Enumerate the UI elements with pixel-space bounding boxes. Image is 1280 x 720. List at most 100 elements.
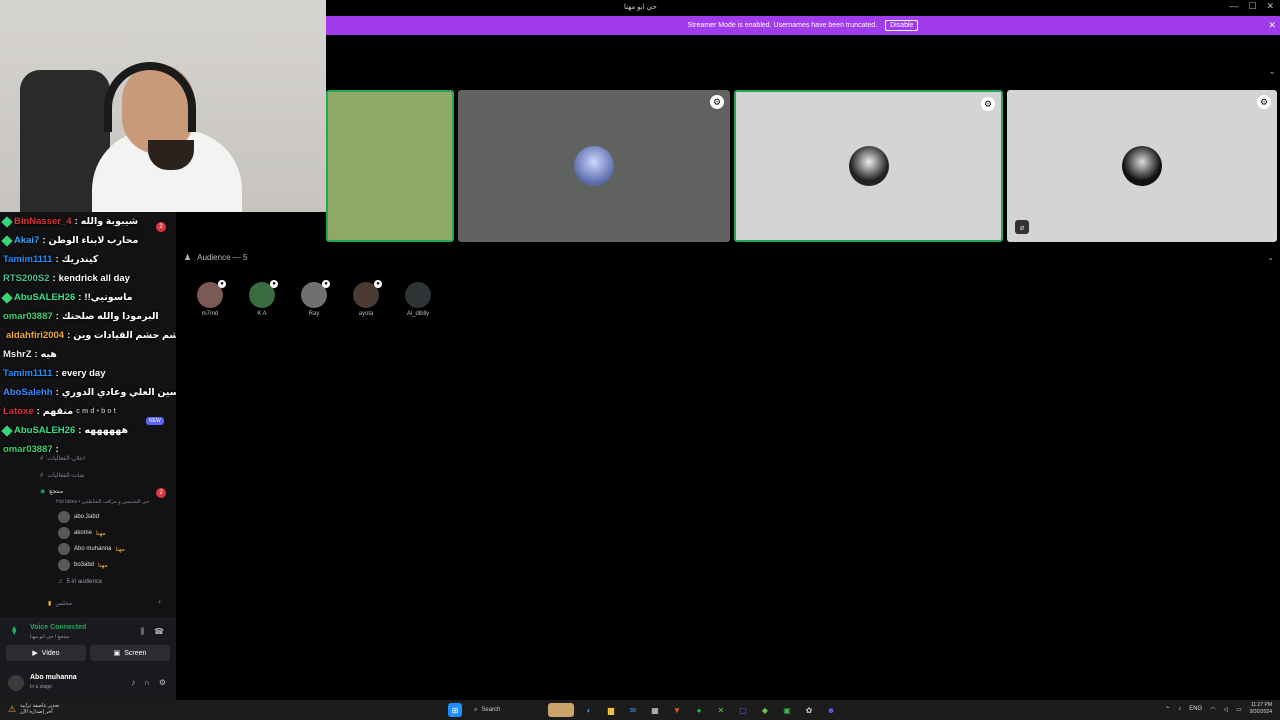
settings-icon[interactable]: ⚙ <box>981 97 995 111</box>
chat-separator: : <box>55 254 59 265</box>
chat-separator: : <box>67 330 71 341</box>
new-badge: NEW <box>146 417 164 425</box>
voice-participant[interactable]: abo.3abd <box>58 510 99 524</box>
xbox-icon[interactable]: ✕ <box>714 703 728 717</box>
maximize-button[interactable]: ☐ <box>1248 1 1256 12</box>
chat-separator: : <box>55 311 59 322</box>
voice-participant[interactable]: bo3abd مهنا <box>58 558 108 572</box>
wifi-icon[interactable]: ◠ <box>1210 706 1215 713</box>
crown-icon: مهنا <box>96 530 106 537</box>
channel-item[interactable]: # شات-الفعاليات <box>40 472 85 480</box>
chat-username: omar03887 <box>3 444 53 455</box>
discord-icon[interactable]: ☻ <box>824 703 838 717</box>
mic-icon[interactable]: ♪ <box>131 678 135 687</box>
volume-icon[interactable]: ◁ <box>1223 706 1228 713</box>
settings-icon[interactable]: ⚙ <box>710 95 724 109</box>
screen-button[interactable]: ▣ Screen <box>90 645 170 661</box>
chat-username: BinNasser_4 <box>14 216 72 227</box>
voice-participant[interactable]: akome مهنا <box>58 526 106 540</box>
disable-streamer-mode-button[interactable]: Disable <box>885 20 919 31</box>
chevron-up-icon[interactable]: ⌃ <box>1165 706 1170 713</box>
taskbar-search[interactable]: ⌕ Search <box>470 703 540 717</box>
chat-separator: : <box>34 349 38 360</box>
voice-participant[interactable]: Abo muhanna مهنا <box>58 542 125 556</box>
screen-share-icon: ▣ <box>113 650 121 657</box>
chat-message: AbuSALEH26: !!ماسوتيي <box>0 288 176 307</box>
chat-separator: : <box>74 216 78 227</box>
app-icon[interactable]: ◆ <box>758 703 772 717</box>
streamer-mode-banner: Streamer Mode is enabled. Usernames have… <box>326 16 1280 35</box>
headset-icon[interactable]: ∩ <box>144 678 150 687</box>
category-item[interactable]: ▮ مجلس <box>48 600 72 607</box>
channel-name: شات-الفعاليات <box>47 473 85 479</box>
calendar-icon[interactable]: ▦ <box>648 703 662 717</box>
speaker-tile[interactable]: ⚙ <box>458 90 730 242</box>
audience-member-name: K A <box>257 311 267 317</box>
battery-icon[interactable]: ▭ <box>1236 706 1242 713</box>
speaker-tile[interactable]: ⚙ ⌀ <box>1007 90 1277 242</box>
audience-member[interactable]: ● m7md <box>192 280 228 317</box>
file-explorer-icon[interactable]: ▆ <box>604 703 618 717</box>
audience-header[interactable]: ♟ Audience — 5 <box>184 253 247 262</box>
clock[interactable]: 11:27 PM 9/30/2024 <box>1250 702 1272 716</box>
spotify-icon[interactable]: ● <box>692 703 706 717</box>
chat-message: MshrZ: هيه <box>0 345 176 364</box>
chevron-down-icon[interactable]: ⌄ <box>1268 66 1276 77</box>
add-icon[interactable]: + <box>158 600 162 606</box>
audience-member[interactable]: ● Ray <box>296 280 332 317</box>
badge-icon <box>1 424 13 437</box>
audience-member[interactable]: ● K A <box>244 280 280 317</box>
brave-icon[interactable]: ▼ <box>670 703 684 717</box>
search-icon: ⌕ <box>474 706 478 713</box>
edge-icon[interactable]: ◐ <box>582 703 596 717</box>
mic-icon[interactable]: ♪ <box>1178 706 1181 712</box>
username: Abo muhanna <box>30 674 77 681</box>
audience-member[interactable]: ● ayota <box>348 280 384 317</box>
close-icon[interactable]: ✕ <box>1268 20 1276 31</box>
noise-suppression-icon[interactable]: ⫼ <box>140 627 144 637</box>
speaker-tile[interactable] <box>326 90 454 242</box>
settings-icon[interactable]: ⚙ <box>1257 95 1271 109</box>
chat-message: omar03887: البرمودا والله صلحتك <box>0 307 176 326</box>
minimize-button[interactable]: — <box>1229 1 1238 12</box>
language-indicator[interactable]: ENG <box>1189 706 1202 712</box>
chat-username: aldahfiri2004 <box>6 330 65 341</box>
chat-username: AbuSALEH26 <box>14 425 76 436</box>
chat-text: !!ماسوتيي <box>84 292 133 303</box>
windows-start-icon[interactable]: ⊞ <box>448 703 462 717</box>
voice-status[interactable]: ⧫ Voice Connected منتجع / حي ابو مهنا ⫼ … <box>12 621 172 645</box>
stage-channel[interactable]: ◉ منتجع <box>40 488 170 495</box>
video-button[interactable]: ▶ Video <box>6 645 86 661</box>
badge-icon: ● <box>218 280 226 288</box>
chat-message: aldahfiri2004: حشم حشم القيادات وين <box>0 326 176 345</box>
mail-icon[interactable]: ✉ <box>626 703 640 717</box>
chatgpt-icon[interactable]: ✿ <box>802 703 816 717</box>
screen-label: Screen <box>124 649 147 657</box>
avatar[interactable] <box>8 675 24 691</box>
voice-status-sub: منتجع / حي ابو مهنا <box>30 634 70 640</box>
weather-widget[interactable]: ⚠ تحذير عاصفة ترابية آخر إصدارة الآن <box>8 703 59 715</box>
chat-username: RTS200S2 <box>3 273 50 284</box>
close-window-button[interactable]: ✕ <box>1266 1 1274 12</box>
people-icon: ♟ <box>184 253 192 262</box>
user-bar: Abo muhanna In a stage ♪ ∩ ⚙ <box>6 671 170 695</box>
avatar <box>405 282 431 308</box>
disconnect-icon[interactable]: ☎ <box>154 627 164 637</box>
weather-line2: آخر إصدارة الآن <box>20 709 53 715</box>
audience-count-label: 5 in audience <box>66 579 103 585</box>
badge-icon <box>1 234 13 247</box>
chat-username: MshrZ <box>3 349 32 360</box>
taskbar: ⚠ تحذير عاصفة ترابية آخر إصدارة الآن ⊞ ⌕… <box>0 700 1280 720</box>
widget-icon[interactable] <box>548 703 574 717</box>
chevron-down-icon[interactable]: ⌄ <box>1267 253 1274 262</box>
speaker-tile[interactable]: ⚙ <box>734 90 1003 242</box>
gear-icon[interactable]: ⚙ <box>159 678 166 687</box>
chat-text: محارب لابناء الوطن <box>48 235 139 246</box>
app-icon[interactable]: ▣ <box>780 703 794 717</box>
twitch-icon[interactable]: ▢ <box>736 703 750 717</box>
audience-count[interactable]: ♫ 5 in audience <box>58 575 102 589</box>
audience-member[interactable]: Al_diblly <box>400 282 436 317</box>
avatar <box>574 146 614 186</box>
chat-separator: : <box>78 425 82 436</box>
unread-badge: 2 <box>156 488 166 498</box>
